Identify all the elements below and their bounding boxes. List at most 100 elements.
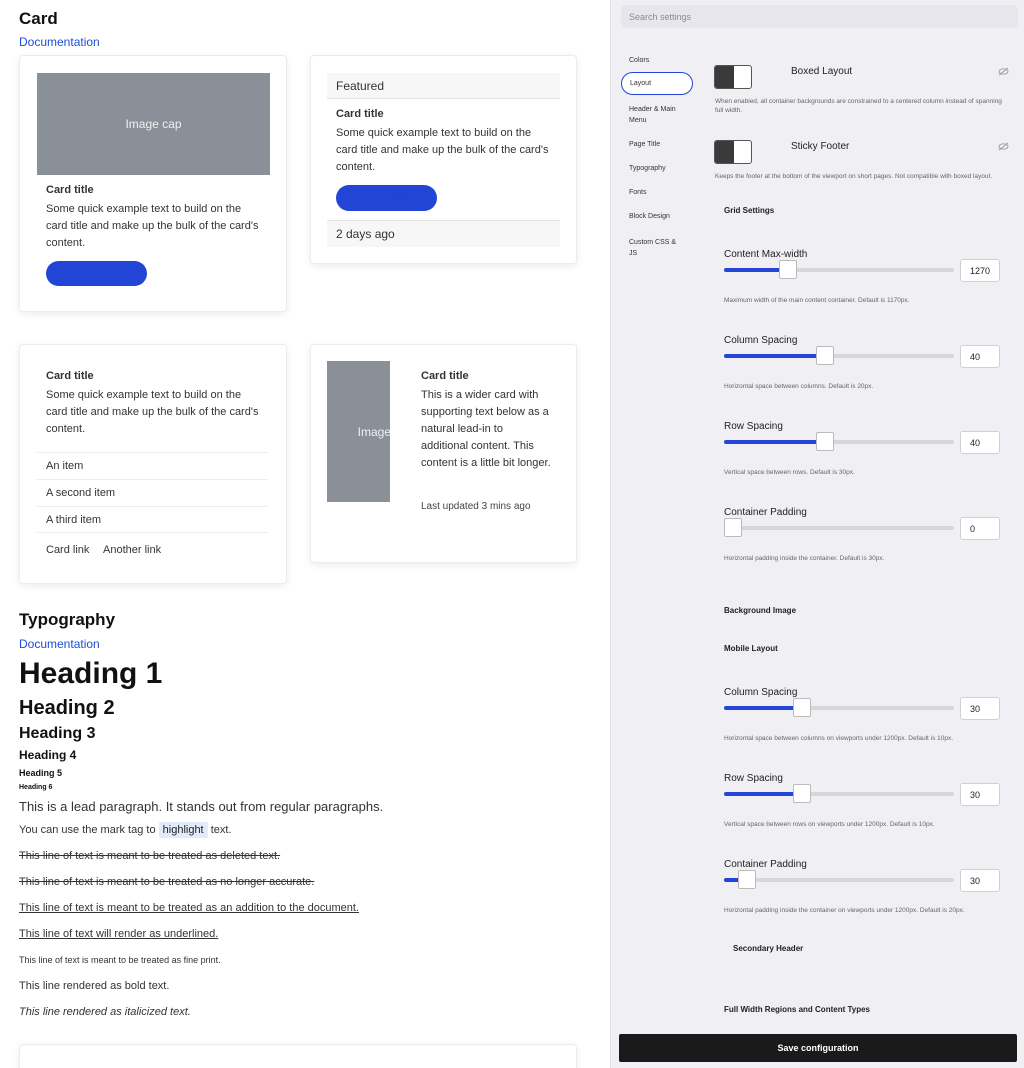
list-item: A second item <box>37 479 268 506</box>
card-title: Card title <box>46 370 94 382</box>
typography-documentation-link[interactable]: Documentation <box>19 637 100 651</box>
underlined-text: This line of text will render as underli… <box>19 928 219 940</box>
card-footer: 2 days ago <box>327 220 560 247</box>
mobile-number-input-2[interactable]: 30 <box>960 869 1000 892</box>
card-text: Some quick example text to build on the … <box>336 127 549 173</box>
heading-6: Heading 6 <box>19 784 53 791</box>
slider-thumb[interactable] <box>816 346 834 365</box>
card-title: Card title <box>336 108 384 120</box>
mobile-help-1: Vertical space between rows on viewports… <box>724 821 935 828</box>
slider-fill <box>724 354 825 358</box>
mark-after: text. <box>210 824 232 836</box>
search-input[interactable] <box>629 11 1018 22</box>
eye-off-icon[interactable] <box>998 142 1009 151</box>
sticky-footer-label: Sticky Footer <box>791 141 850 152</box>
mobile-slider-1[interactable] <box>724 784 954 803</box>
mobile-label-2: Container Padding <box>724 859 807 870</box>
slider-thumb[interactable] <box>793 784 811 803</box>
slider-thumb[interactable] <box>816 432 834 451</box>
eye-off-icon[interactable] <box>998 67 1009 76</box>
heading-4: Heading 4 <box>19 748 77 762</box>
grid-number-input-1[interactable]: 40 <box>960 345 1000 368</box>
full-width-heading[interactable]: Full Width Regions and Content Types <box>724 1005 870 1014</box>
grid-help-3: Horizontal padding inside the container.… <box>724 555 885 562</box>
boxed-layout-toggle[interactable] <box>714 65 752 89</box>
card-text: Some quick example text to build on the … <box>46 389 259 435</box>
inserted-text: This line of text is meant to be treated… <box>19 902 359 914</box>
grid-help-2: Vertical space between rows. Default is … <box>724 469 855 476</box>
mobile-number-input-0[interactable]: 30 <box>960 697 1000 720</box>
slider-thumb[interactable] <box>737 870 756 889</box>
mark-before: You can use the mark tag to <box>19 824 156 836</box>
mobile-number-input-1[interactable]: 30 <box>960 783 1000 806</box>
grid-label-1: Column Spacing <box>724 335 798 346</box>
nav-item-header-main-menu[interactable]: Header & Main Menu <box>621 104 689 126</box>
grid-slider-0[interactable] <box>724 260 954 279</box>
bold-text: This line rendered as bold text. <box>19 980 170 992</box>
card-horizontal: Image Card title This is a wider card wi… <box>310 344 577 563</box>
grid-label-2: Row Spacing <box>724 421 783 432</box>
image-placeholder: Image <box>327 361 390 502</box>
sticky-footer-toggle[interactable] <box>714 140 752 164</box>
nav-item-typography[interactable]: Typography <box>621 163 693 174</box>
image-cap-placeholder: Image cap <box>37 73 270 175</box>
card-header: Featured <box>327 73 560 99</box>
nav-item-fonts[interactable]: Fonts <box>621 187 693 198</box>
grid-label-3: Container Padding <box>724 507 807 518</box>
grid-number-input-2[interactable]: 40 <box>960 431 1000 454</box>
grid-slider-3[interactable] <box>724 518 954 537</box>
typography-section-title: Typography <box>19 610 116 629</box>
mobile-help-0: Horizontal space between columns on view… <box>724 735 954 742</box>
background-image-heading[interactable]: Background Image <box>724 606 796 615</box>
heading-2: Heading 2 <box>19 697 115 719</box>
slider-thumb[interactable] <box>779 260 798 279</box>
card-list-group: Card title Some quick example text to bu… <box>19 344 287 584</box>
mark-paragraph: You can use the mark tag to highlight te… <box>19 822 232 838</box>
list-item: An item <box>37 452 268 479</box>
nav-item-colors[interactable]: Colors <box>621 55 693 66</box>
card-section-title: Card <box>19 9 58 28</box>
grid-label-0: Content Max-width <box>724 249 808 260</box>
boxed-layout-label: Boxed Layout <box>791 66 853 77</box>
go-somewhere-button[interactable]: Go somewhere <box>336 185 437 211</box>
heading-5: Heading 5 <box>19 768 63 778</box>
grid-number-input-3[interactable]: 0 <box>960 517 1000 540</box>
go-somewhere-button[interactable]: Go somewhere <box>46 261 147 286</box>
small-text: This line of text is meant to be treated… <box>19 955 221 965</box>
mobile-help-2: Horizontal padding inside the container … <box>724 907 965 914</box>
grid-slider-1[interactable] <box>724 346 954 365</box>
mark-highlight: highlight <box>158 822 208 838</box>
slider-fill <box>724 440 825 444</box>
deleted-text: This line of text is meant to be treated… <box>19 850 281 862</box>
preview-pane: Card Documentation Image cap Card title … <box>0 0 610 1068</box>
card-image-cap: Image cap Card title Some quick example … <box>19 55 287 312</box>
card-documentation-link[interactable]: Documentation <box>19 35 100 49</box>
search-settings[interactable] <box>621 5 1018 28</box>
nav-item-layout[interactable]: Layout <box>621 72 693 95</box>
italic-text: This line rendered as italicized text. <box>19 1006 191 1018</box>
mobile-slider-2[interactable] <box>724 870 954 889</box>
slider-thumb[interactable] <box>793 698 811 717</box>
heading-1: Heading 1 <box>19 657 163 690</box>
card-text: Some quick example text to build on the … <box>46 203 259 249</box>
nav-item-custom-css-js[interactable]: Custom CSS & JS <box>621 237 683 259</box>
card-partial <box>19 1044 577 1068</box>
slider-thumb[interactable] <box>724 518 742 537</box>
another-link[interactable]: Another link <box>103 544 161 556</box>
mobile-slider-0[interactable] <box>724 698 954 717</box>
nav-item-page-title[interactable]: Page Title <box>621 139 693 150</box>
grid-number-input-0[interactable]: 1270 <box>960 259 1000 282</box>
image-label: Image <box>357 424 390 439</box>
strikethrough-text: This line of text is meant to be treated… <box>19 876 315 888</box>
mobile-label-0: Column Spacing <box>724 687 798 698</box>
boxed-layout-help: When enabled, all container backgrounds … <box>715 98 1002 114</box>
grid-help-1: Horizontal space between columns. Defaul… <box>724 383 874 390</box>
grid-settings-heading: Grid Settings <box>724 206 775 215</box>
secondary-header-heading[interactable]: Secondary Header <box>733 944 803 953</box>
save-configuration-button[interactable]: Save configuration <box>619 1034 1017 1062</box>
nav-item-block-design[interactable]: Block Design <box>621 211 693 222</box>
grid-slider-2[interactable] <box>724 432 954 451</box>
card-link[interactable]: Card link <box>46 544 89 556</box>
grid-help-0: Maximum width of the main content contai… <box>724 297 910 304</box>
heading-3: Heading 3 <box>19 725 96 742</box>
